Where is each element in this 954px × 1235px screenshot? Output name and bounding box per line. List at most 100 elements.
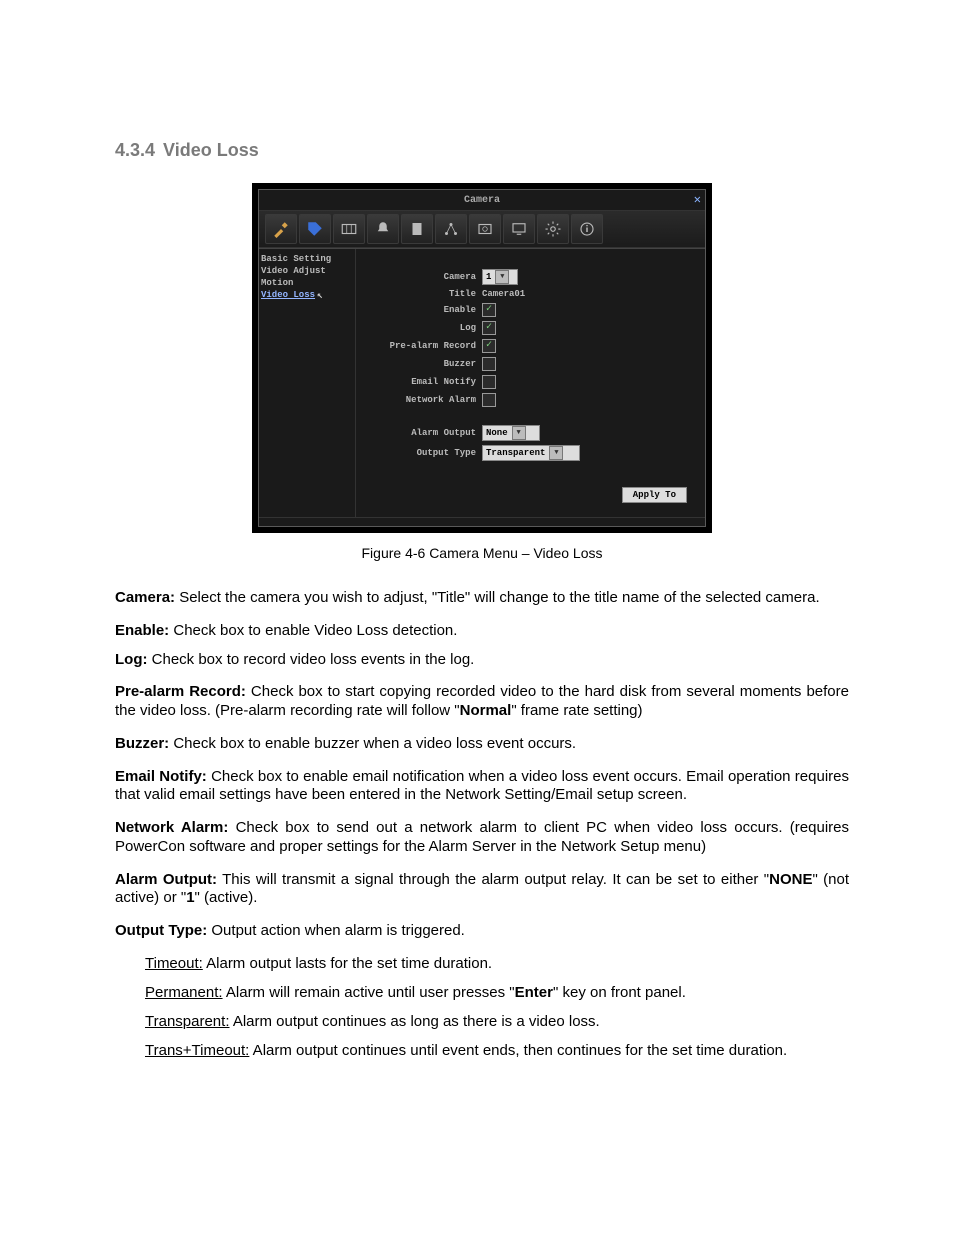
monitor-icon[interactable] — [503, 214, 535, 244]
desc-alarmout-text1: This will transmit a signal through the … — [217, 871, 769, 888]
desc-outtype-text: Output action when alarm is triggered. — [207, 922, 465, 939]
bell-icon[interactable] — [367, 214, 399, 244]
desc-prealarm-text2: " frame rate setting) — [511, 702, 642, 719]
desc-buzzer-label: Buzzer: — [115, 735, 169, 752]
chevron-down-icon: ▼ — [495, 270, 509, 284]
camera-select[interactable]: 1▼ — [482, 269, 518, 285]
desc-log: Log: Check box to record video loss even… — [115, 651, 849, 670]
close-icon[interactable]: ✕ — [694, 192, 701, 207]
desc-enable-text: Check box to enable Video Loss detection… — [169, 622, 457, 639]
prealarm-checkbox[interactable]: ✓ — [482, 339, 496, 353]
sub-timeout-label: Timeout: — [145, 955, 203, 972]
desc-email-text: Check box to enable email notification w… — [115, 768, 849, 804]
desc-alarmout-none: NONE — [769, 871, 812, 888]
info-icon[interactable] — [571, 214, 603, 244]
photo-icon[interactable] — [469, 214, 501, 244]
titlebar: Camera ✕ — [259, 190, 705, 211]
embedded-screenshot: Camera ✕ Basic Setting Video Adjust — [252, 183, 712, 533]
camera-window: Camera ✕ Basic Setting Video Adjust — [258, 189, 706, 527]
desc-camera: Camera: Select the camera you wish to ad… — [115, 589, 849, 608]
label-buzzer: Buzzer — [366, 359, 482, 369]
output-type-value: Transparent — [486, 448, 545, 458]
desc-log-text: Check box to record video loss events in… — [147, 651, 474, 668]
alarm-output-value: None — [486, 428, 508, 438]
sub-permanent: Permanent: Alarm will remain active unti… — [145, 984, 849, 1001]
desc-alarmout: Alarm Output: This will transmit a signa… — [115, 871, 849, 909]
label-enable: Enable — [366, 305, 482, 315]
section-number: 4.3.4 — [115, 140, 155, 160]
apply-to-button[interactable]: Apply To — [622, 487, 687, 503]
desc-outtype-label: Output Type: — [115, 922, 207, 939]
sidebar-item-video-adjust[interactable]: Video Adjust — [261, 265, 353, 277]
sidebar-item-basic-setting[interactable]: Basic Setting — [261, 253, 353, 265]
settings-panel: Camera 1▼ Title Camera01 Enable ✓ Log ✓ — [356, 249, 705, 517]
label-camera: Camera — [366, 272, 482, 282]
email-checkbox[interactable] — [482, 375, 496, 389]
desc-email: Email Notify: Check box to enable email … — [115, 768, 849, 806]
enable-checkbox[interactable]: ✓ — [482, 303, 496, 317]
sub-permanent-text1: Alarm will remain active until user pres… — [223, 984, 515, 1001]
desc-enable: Enable: Check box to enable Video Loss d… — [115, 622, 849, 641]
desc-email-label: Email Notify: — [115, 768, 207, 785]
sub-transtime-text: Alarm output continues until event ends,… — [249, 1042, 787, 1059]
desc-netalarm: Network Alarm: Check box to send out a n… — [115, 819, 849, 857]
cursor-icon: ↖ — [317, 290, 323, 304]
label-network: Network Alarm — [366, 395, 482, 405]
camera-select-value: 1 — [486, 272, 491, 282]
sub-transparent: Transparent: Alarm output continues as l… — [145, 1013, 849, 1030]
sub-transtime: Trans+Timeout: Alarm output continues un… — [145, 1042, 849, 1059]
chevron-down-icon: ▼ — [512, 426, 526, 440]
gear-icon[interactable] — [537, 214, 569, 244]
label-log: Log — [366, 323, 482, 333]
desc-buzzer-text: Check box to enable buzzer when a video … — [169, 735, 576, 752]
tag-icon[interactable] — [299, 214, 331, 244]
alarm-output-select[interactable]: None ▼ — [482, 425, 540, 441]
sub-permanent-enter: Enter — [515, 984, 553, 1001]
output-type-select[interactable]: Transparent ▼ — [482, 445, 580, 461]
section-title: Video Loss — [163, 140, 259, 160]
desc-camera-label: Camera: — [115, 589, 175, 606]
doc-icon[interactable] — [401, 214, 433, 244]
desc-alarmout-text3: " (active). — [195, 889, 258, 906]
desc-camera-text: Select the camera you wish to adjust, "T… — [175, 589, 820, 606]
toolbar — [259, 211, 705, 248]
network-icon[interactable] — [435, 214, 467, 244]
window-title: Camera — [464, 195, 500, 206]
sub-permanent-label: Permanent: — [145, 984, 223, 1001]
statusbar — [259, 517, 705, 526]
label-prealarm: Pre-alarm Record — [366, 341, 482, 351]
desc-buzzer: Buzzer: Check box to enable buzzer when … — [115, 735, 849, 754]
sidebar-item-video-loss[interactable]: Video Loss↖ — [261, 289, 353, 303]
chevron-down-icon: ▼ — [549, 446, 563, 460]
desc-outtype: Output Type: Output action when alarm is… — [115, 922, 849, 941]
sub-timeout: Timeout: Alarm output lasts for the set … — [145, 955, 849, 972]
sub-permanent-text2: " key on front panel. — [553, 984, 686, 1001]
grid-icon[interactable] — [333, 214, 365, 244]
desc-netalarm-label: Network Alarm: — [115, 819, 228, 836]
label-title: Title — [366, 289, 482, 299]
desc-enable-label: Enable: — [115, 622, 169, 639]
sub-timeout-text: Alarm output lasts for the set time dura… — [203, 955, 492, 972]
network-checkbox[interactable] — [482, 393, 496, 407]
sidebar-item-motion[interactable]: Motion — [261, 277, 353, 289]
label-output-type: Output Type — [366, 448, 482, 458]
sub-transparent-text: Alarm output continues as long as there … — [230, 1013, 600, 1030]
desc-alarmout-label: Alarm Output: — [115, 871, 217, 888]
sub-transparent-label: Transparent: — [145, 1013, 230, 1030]
desc-log-label: Log: — [115, 651, 147, 668]
desc-alarmout-one: 1 — [186, 889, 194, 906]
label-email: Email Notify — [366, 377, 482, 387]
label-alarm-output: Alarm Output — [366, 428, 482, 438]
figure-caption: Figure 4-6 Camera Menu – Video Loss — [115, 545, 849, 561]
buzzer-checkbox[interactable] — [482, 357, 496, 371]
desc-prealarm-normal: Normal — [460, 702, 512, 719]
title-value: Camera01 — [482, 289, 525, 299]
sidebar: Basic Setting Video Adjust Motion Video … — [259, 249, 356, 517]
log-checkbox[interactable]: ✓ — [482, 321, 496, 335]
sub-transtime-label: Trans+Timeout: — [145, 1042, 249, 1059]
section-heading: 4.3.4 Video Loss — [115, 140, 849, 161]
wrench-icon[interactable] — [265, 214, 297, 244]
desc-prealarm-label: Pre-alarm Record: — [115, 683, 246, 700]
desc-prealarm: Pre-alarm Record: Check box to start cop… — [115, 683, 849, 721]
sidebar-item-label: Video Loss — [261, 290, 315, 300]
